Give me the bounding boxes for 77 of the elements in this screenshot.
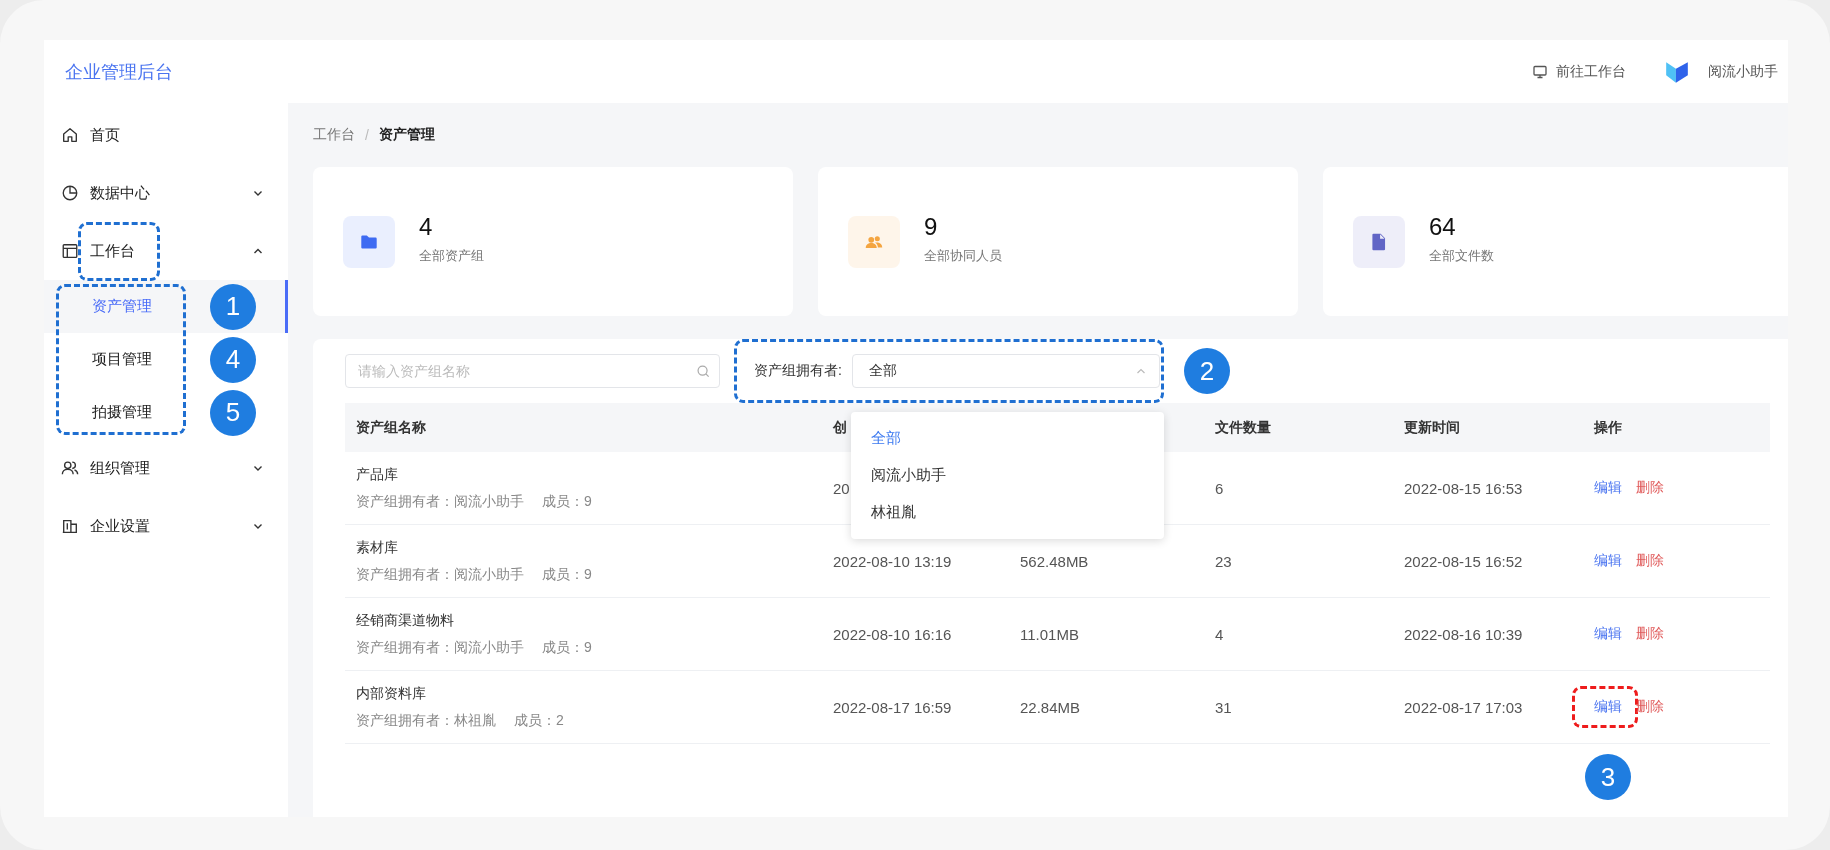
edit-link[interactable]: 编辑	[1594, 479, 1622, 497]
table-cell: 2022-08-17 17:03	[1404, 698, 1523, 716]
submenu-item[interactable]: 资产管理 1	[44, 280, 288, 333]
delete-link[interactable]: 删除	[1636, 479, 1664, 497]
column-header: 创	[833, 418, 847, 437]
table-cell: 4	[1215, 625, 1224, 643]
table-cell: 2022-08-10 16:16	[833, 625, 952, 643]
stat-label: 全部文件数	[1429, 246, 1494, 265]
dropdown-option[interactable]: 全部	[850, 420, 1164, 457]
table-cell: 23	[1215, 552, 1232, 570]
search-icon	[696, 364, 711, 379]
header-link[interactable]: 阅流小助手	[1664, 58, 1778, 85]
home-icon	[61, 126, 79, 144]
owner-text: 资产组拥有者：林祖胤	[356, 711, 496, 730]
table-cell: 2022-08-16 10:39	[1404, 625, 1523, 643]
table-cell: 562.48MB	[1020, 552, 1089, 570]
app-title: 企业管理后台	[65, 60, 173, 84]
member-count: 成员：9	[542, 565, 592, 584]
submenu-item[interactable]: 拍摄管理 5	[44, 386, 288, 439]
monitor-icon	[1532, 63, 1548, 80]
table-cell: 20	[833, 479, 850, 497]
callout-number: 3	[1585, 754, 1631, 800]
pie-chart-icon	[61, 184, 79, 202]
delete-link[interactable]: 删除	[1636, 625, 1664, 643]
owner-text: 资产组拥有者：阅流小助手	[356, 565, 524, 584]
edit-link[interactable]: 编辑	[1594, 698, 1622, 716]
people-icon	[61, 459, 79, 477]
edit-link[interactable]: 编辑	[1594, 552, 1622, 570]
table-cell: 2022-08-10 13:19	[833, 552, 952, 570]
callout-number: 4	[210, 336, 256, 383]
table-cell: 6	[1215, 479, 1224, 497]
table-cell: 11.01MB	[1020, 625, 1079, 643]
member-count: 成员：2	[514, 711, 564, 730]
building-icon	[61, 517, 79, 535]
table-cell: 2022-08-15 16:53	[1404, 479, 1523, 497]
asset-group-name: 内部资料库	[356, 684, 427, 703]
dropdown-option[interactable]: 阅流小助手	[850, 457, 1164, 494]
stat-value: 64	[1429, 212, 1457, 241]
table-cell: 2022-08-15 16:52	[1404, 552, 1523, 570]
column-header: 文件数量	[1215, 418, 1271, 437]
sidebar-item[interactable]: 组织管理	[44, 439, 288, 497]
asset-group-name: 素材库	[356, 538, 399, 557]
search-field[interactable]: 请输入资产组名称	[345, 354, 720, 388]
sidebar-item[interactable]: 数据中心	[44, 164, 288, 222]
callout-number: 1	[210, 283, 256, 330]
layout-icon	[61, 242, 79, 260]
stat-value: 4	[419, 212, 434, 241]
table-cell: 22.84MB	[1020, 698, 1081, 716]
owner-text: 资产组拥有者：阅流小助手	[356, 492, 524, 511]
member-count: 成员：9	[542, 638, 592, 657]
owner-text: 资产组拥有者：阅流小助手	[356, 638, 524, 657]
asset-group-name: 产品库	[356, 465, 399, 484]
column-header: 操作	[1594, 418, 1622, 437]
breadcrumb-item: 资产管理	[378, 126, 435, 144]
edit-link[interactable]: 编辑	[1594, 625, 1622, 643]
breadcrumb-separator: /	[365, 127, 369, 143]
header-link[interactable]: 前往工作台	[1532, 62, 1626, 81]
sidebar-item[interactable]: 企业设置	[44, 497, 288, 555]
owner-select[interactable]: 全部	[851, 354, 1160, 388]
sidebar-item[interactable]: 首页	[44, 106, 288, 164]
asset-group-name: 经销商渠道物料	[356, 611, 455, 630]
table-cell: 31	[1215, 698, 1232, 716]
member-count: 成员：9	[542, 492, 592, 511]
column-header: 更新时间	[1404, 418, 1460, 437]
filter-label: 资产组拥有者:	[754, 362, 842, 380]
breadcrumb-item[interactable]: 工作台	[313, 126, 355, 144]
delete-link[interactable]: 删除	[1636, 698, 1664, 716]
dropdown-option[interactable]: 林祖胤	[850, 494, 1164, 531]
delete-link[interactable]: 删除	[1636, 552, 1664, 570]
table-cell: 2022-08-17 16:59	[833, 698, 952, 716]
column-header: 资产组名称	[356, 418, 426, 437]
callout-number: 5	[210, 389, 256, 436]
submenu-item[interactable]: 项目管理 4	[44, 333, 288, 386]
callout-number: 2	[1183, 348, 1230, 394]
stat-value: 9	[924, 212, 939, 241]
stat-label: 全部协同人员	[924, 246, 1002, 265]
stat-label: 全部资产组	[419, 246, 484, 265]
